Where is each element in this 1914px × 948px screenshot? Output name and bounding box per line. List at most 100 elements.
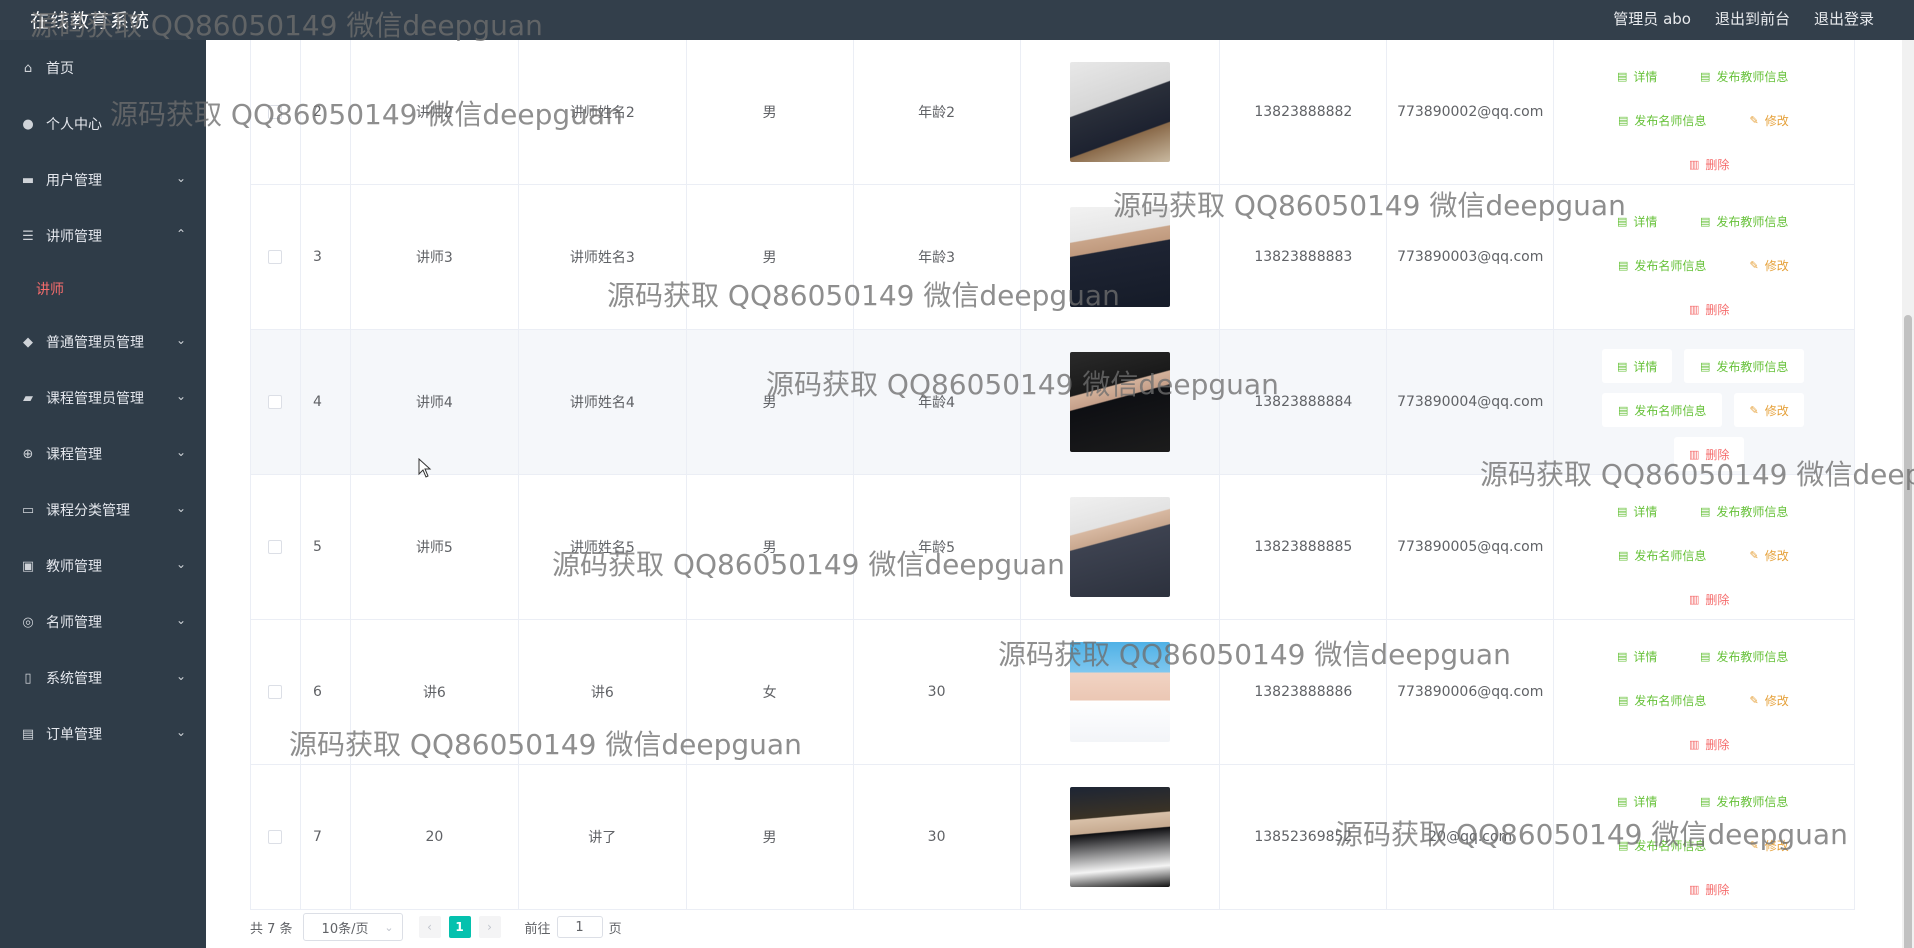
actions-cell: ▤ 详情 ▤ 发布教师信息 ▤ 发布名师信息 ✎ 修改 ▥ 删除 [1554, 475, 1854, 619]
detail-button[interactable]: ▤ 详情 [1602, 349, 1673, 383]
row-checkbox-cell [251, 475, 301, 619]
chevron-down-icon: ⌄ [175, 669, 186, 683]
sidebar-item-orders[interactable]: ▤ 订单管理 ⌄ [0, 706, 206, 762]
delete-button[interactable]: ▥ 删除 [1674, 582, 1744, 616]
vertical-scrollbar[interactable] [1902, 40, 1914, 948]
publish-famous-teacher-button[interactable]: ▤ 发布名师信息 [1602, 828, 1722, 862]
publish-teacher-button[interactable]: ▤ 发布教师信息 [1684, 494, 1804, 528]
lecturer-account: 讲6 [351, 620, 519, 764]
publish-famous-teacher-button[interactable]: ▤ 发布名师信息 [1602, 248, 1722, 282]
sidebar-item-teachers[interactable]: ▣ 教师管理 ⌄ [0, 538, 206, 594]
detail-button[interactable]: ▤ 详情 [1602, 639, 1672, 673]
delete-button[interactable]: ▥ 删除 [1674, 292, 1744, 326]
credit-card-icon: ▤ [21, 726, 35, 742]
publish-teacher-button[interactable]: ▤ 发布教师信息 [1684, 204, 1804, 238]
publish-teacher-button[interactable]: ▤ 发布教师信息 [1684, 784, 1804, 818]
edit-button-label: 修改 [1764, 548, 1789, 563]
lecturer-photo [1069, 352, 1170, 452]
sidebar-item-label: 讲师管理 [46, 229, 102, 245]
lecturer-name: 讲师姓名3 [519, 185, 687, 329]
row-checkbox[interactable] [268, 250, 283, 264]
edit-button-label: 修改 [1764, 258, 1789, 273]
publish-teacher-button[interactable]: ▤ 发布教师信息 [1684, 59, 1804, 93]
document-icon: ▤ [1616, 794, 1628, 808]
chevron-left-icon: ‹ [427, 920, 432, 934]
page-number-button[interactable]: 1 [448, 916, 471, 938]
page-size-select[interactable]: 10条/页 ⌄ [302, 913, 403, 941]
edit-button[interactable]: ✎ 修改 [1734, 248, 1804, 282]
edit-button[interactable]: ✎ 修改 [1734, 683, 1804, 717]
row-checkbox[interactable] [268, 105, 283, 119]
page-suffix: 页 [608, 921, 622, 937]
sidebar-item-profile[interactable]: ● 个人中心 [0, 96, 206, 152]
goto-page-input[interactable] [556, 916, 603, 938]
sidebar-item-course-admins[interactable]: ▰ 课程管理员管理 ⌄ [0, 370, 206, 426]
document-icon: ▤ [1616, 214, 1628, 228]
document-icon: ▤ [1699, 214, 1711, 228]
publish-famous-teacher-button[interactable]: ▤ 发布名师信息 [1602, 393, 1723, 427]
sidebar-item-normal-admins[interactable]: ◆ 普通管理员管理 ⌄ [0, 314, 206, 370]
detail-button[interactable]: ▤ 详情 [1602, 494, 1672, 528]
table-row: 7 20 讲了男 30 13852369852 20@qq.com ▤ 详情 ▤ 发布教师信息 ▤ 发… [251, 765, 1854, 910]
detail-button[interactable]: ▤ 详情 [1602, 204, 1672, 238]
row-checkbox[interactable] [268, 685, 283, 699]
prev-page-button[interactable]: ‹ [418, 916, 441, 938]
next-page-button[interactable]: › [478, 916, 501, 938]
delete-button[interactable]: ▥ 删除 [1674, 872, 1744, 906]
app-brand: 在线教育系统 [30, 10, 151, 32]
sidebar-subitem-lecturer[interactable]: 讲师 [0, 264, 206, 314]
lecturer-age: 30 [854, 765, 1021, 909]
edit-icon: ✎ [1749, 258, 1759, 272]
trash-icon: ▥ [1688, 447, 1700, 461]
sidebar-item-users[interactable]: ▬ 用户管理 ⌄ [0, 152, 206, 208]
photo-cell [1021, 40, 1221, 184]
lecturer-account: 讲师5 [351, 475, 519, 619]
delete-button[interactable]: ▥ 删除 [1674, 437, 1745, 471]
publish-famous-label: 发布名师信息 [1634, 548, 1707, 563]
sidebar-item-course-categories[interactable]: ▭ 课程分类管理 ⌄ [0, 482, 206, 538]
publish-famous-teacher-button[interactable]: ▤ 发布名师信息 [1602, 683, 1722, 717]
sidebar-item-courses[interactable]: ⊕ 课程管理 ⌄ [0, 426, 206, 482]
sidebar-item-famous-teachers[interactable]: ◎ 名师管理 ⌄ [0, 594, 206, 650]
delete-button-label: 删除 [1705, 882, 1730, 897]
sidebar-item-home[interactable]: ⌂ 首页 [0, 40, 206, 96]
lecturer-photo [1069, 642, 1170, 742]
back-to-frontend-link[interactable]: 退出到前台 [1715, 8, 1790, 29]
publish-teacher-button[interactable]: ▤ 发布教师信息 [1684, 349, 1805, 383]
admin-user-link[interactable]: 管理员 abo [1613, 8, 1691, 29]
chat-icon: ▬ [21, 172, 35, 188]
row-checkbox[interactable] [268, 540, 283, 554]
row-checkbox[interactable] [268, 395, 283, 409]
row-checkbox[interactable] [268, 830, 283, 844]
publish-famous-teacher-button[interactable]: ▤ 发布名师信息 [1602, 538, 1722, 572]
detail-button[interactable]: ▤ 详情 [1602, 59, 1672, 93]
delete-button[interactable]: ▥ 删除 [1674, 727, 1744, 761]
lecturer-gender: 男 [687, 330, 854, 474]
chevron-up-icon: ⌃ [175, 227, 186, 241]
row-checkbox-cell [251, 330, 301, 474]
lecturer-photo [1069, 497, 1170, 597]
publish-teacher-button[interactable]: ▤ 发布教师信息 [1684, 639, 1804, 673]
detail-button-label: 详情 [1633, 649, 1658, 664]
edit-button[interactable]: ✎ 修改 [1734, 538, 1804, 572]
logout-link[interactable]: 退出登录 [1814, 8, 1874, 29]
edit-button[interactable]: ✎ 修改 [1734, 103, 1804, 137]
publish-famous-teacher-button[interactable]: ▤ 发布名师信息 [1602, 103, 1722, 137]
detail-button[interactable]: ▤ 详情 [1602, 784, 1672, 818]
delete-button[interactable]: ▥ 删除 [1674, 147, 1744, 181]
document-icon: ▤ [1617, 548, 1629, 562]
edit-button[interactable]: ✎ 修改 [1734, 828, 1804, 862]
chevron-down-icon: ⌄ [175, 171, 186, 185]
scrollbar-thumb[interactable] [1904, 315, 1912, 948]
lecturer-gender: 男 [687, 185, 854, 329]
edit-button[interactable]: ✎ 修改 [1734, 393, 1805, 427]
document-icon: ▤ [1617, 693, 1629, 707]
publish-teacher-label: 发布教师信息 [1716, 69, 1789, 84]
sidebar-item-lecturers[interactable]: ☰ 讲师管理 ⌃ [0, 208, 206, 264]
sidebar-item-system[interactable]: ▯ 系统管理 ⌄ [0, 650, 206, 706]
pagination: 共 7 条 10条/页 ⌄ ‹ 1 › 前往 页 [250, 912, 622, 942]
publish-teacher-label: 发布教师信息 [1716, 649, 1789, 664]
table-row: 6 讲6 讲6 女 30 13823888886 773890006@qq.com ▤ 详情 ▤ 发… [251, 620, 1854, 765]
sidebar-item-label: 教师管理 [46, 559, 102, 575]
sidebar-item-label: 系统管理 [46, 671, 102, 687]
